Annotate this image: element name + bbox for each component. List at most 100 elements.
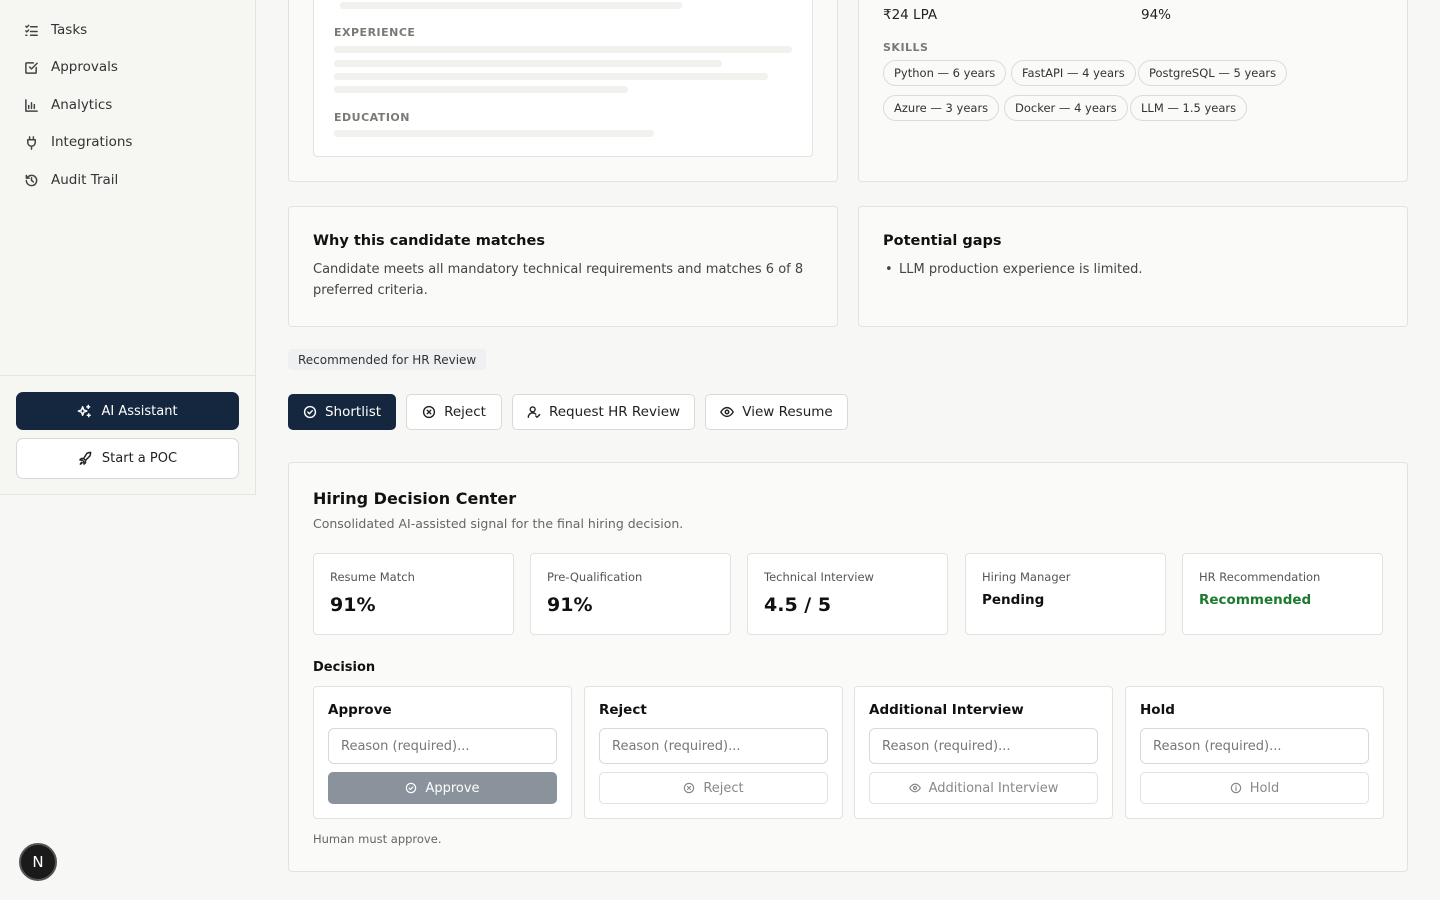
metric-label: Pre-Qualification (547, 570, 643, 584)
x-circle-icon (684, 782, 695, 794)
gap-bullet: • (885, 262, 893, 277)
metric-hiring-manager: Hiring Manager Pending (965, 553, 1166, 635)
additional-interview-reason-input[interactable] (869, 728, 1098, 764)
hold-button[interactable]: Hold (1140, 772, 1369, 804)
check-circle-icon (406, 782, 417, 794)
skill-chip: Python — 6 years (883, 60, 1007, 86)
resume-preview: EXPERIENCE EDUCATION (313, 0, 813, 157)
sidebar: Tasks Approvals Analytics Integrations A… (0, 0, 256, 495)
salary-value: ₹24 LPA (883, 7, 938, 23)
metric-label: HR Recommendation (1199, 570, 1321, 584)
plug-icon (27, 135, 36, 150)
skeleton-line (340, 2, 682, 9)
eye-icon (720, 406, 735, 418)
decision-additional-interview-card: Additional Interview Additional Intervie… (854, 686, 1113, 819)
skill-chip: PostgreSQL — 5 years (1138, 60, 1288, 86)
sidebar-item-integrations[interactable]: Integrations (24, 134, 132, 150)
sidebar-item-label: Integrations (51, 134, 133, 150)
approve-button-label: Approve (425, 780, 480, 796)
metric-pre-qualification: Pre-Qualification 91% (530, 553, 731, 635)
match-reason-text: Candidate meets all mandatory technical … (313, 262, 804, 277)
decision-title: Reject (599, 702, 647, 718)
sparkles-icon (78, 404, 92, 417)
skeleton-line (334, 46, 792, 53)
decision-approve-card: Approve Approve (313, 686, 572, 819)
square-check-icon (25, 61, 38, 74)
info-circle-icon (1230, 782, 1241, 794)
potential-gaps-card: Potential gaps • LLM production experien… (858, 206, 1408, 327)
start-poc-label: Start a POC (101, 451, 178, 466)
metric-value: 91% (547, 594, 593, 616)
decision-title: Additional Interview (869, 702, 1024, 718)
request-hr-review-button[interactable]: Request HR Review (512, 394, 695, 430)
sidebar-item-tasks[interactable]: Tasks (24, 22, 87, 38)
hdc-title: Hiring Decision Center (313, 489, 517, 508)
decision-hold-card: Hold Hold (1125, 686, 1384, 819)
reject-button[interactable]: Reject (406, 394, 502, 430)
additional-interview-button-label: Additional Interview (928, 780, 1059, 796)
potential-gaps-title: Potential gaps (883, 233, 1002, 249)
sidebar-divider (0, 375, 256, 376)
skeleton-line (334, 86, 628, 93)
skeleton-line (334, 130, 654, 137)
rocket-icon (79, 451, 92, 465)
metric-label: Technical Interview (764, 570, 874, 584)
approve-button[interactable]: Approve (328, 772, 557, 804)
reject-label: Reject (444, 404, 486, 420)
x-circle-icon (422, 405, 436, 419)
match-reason-text: preferred criteria. (313, 283, 428, 298)
decision-label: Decision (313, 660, 376, 675)
additional-interview-button[interactable]: Additional Interview (869, 772, 1098, 804)
decision-title: Hold (1140, 702, 1175, 718)
metric-value: 4.5 / 5 (764, 594, 832, 616)
skills-label: SKILLS (883, 41, 929, 54)
decision-title: Approve (328, 702, 392, 718)
view-resume-button[interactable]: View Resume (705, 394, 848, 430)
skeleton-line (334, 73, 768, 80)
score-value: 94% (1141, 7, 1172, 23)
metric-value: Recommended (1199, 592, 1312, 608)
shortlist-label: Shortlist (324, 404, 382, 420)
skill-chip: FastAPI — 4 years (1011, 60, 1136, 86)
decision-reject-card: Reject Reject (584, 686, 843, 819)
match-reason-card: Why this candidate matches Candidate mee… (288, 206, 838, 327)
skeleton-line (334, 60, 722, 67)
metric-hr-recommendation: HR Recommendation Recommended (1182, 553, 1383, 635)
metric-label: Hiring Manager (982, 570, 1071, 584)
shortlist-button[interactable]: Shortlist (288, 394, 396, 430)
hold-reason-input[interactable] (1140, 728, 1369, 764)
human-approval-note: Human must approve. (313, 832, 442, 846)
ai-assistant-label: AI Assistant (101, 403, 178, 419)
experience-label: EXPERIENCE (334, 26, 416, 39)
metric-technical-interview: Technical Interview 4.5 / 5 (747, 553, 948, 635)
avatar-initial: N (32, 853, 44, 871)
sidebar-item-label: Tasks (51, 22, 88, 38)
view-resume-label: View Resume (742, 404, 833, 420)
sidebar-item-approvals[interactable]: Approvals (24, 59, 118, 75)
sidebar-item-audit-trail[interactable]: Audit Trail (24, 172, 118, 188)
list-check-icon (25, 24, 38, 36)
recommendation-badge: Recommended for HR Review (288, 349, 487, 370)
skill-chip: LLM — 1.5 years (1130, 95, 1248, 121)
education-label: EDUCATION (334, 111, 410, 124)
sidebar-item-analytics[interactable]: Analytics (24, 97, 112, 113)
metric-value: 91% (330, 594, 376, 616)
sidebar-item-label: Approvals (51, 59, 118, 75)
decision-reject-button-label: Reject (703, 780, 744, 796)
decision-reject-button[interactable]: Reject (599, 772, 828, 804)
user-check-icon (527, 406, 541, 418)
sidebar-item-label: Analytics (51, 97, 113, 113)
resume-preview-card: EXPERIENCE EDUCATION (288, 0, 838, 182)
candidate-profile-card: ₹24 LPA 94% SKILLS Python — 6 years Fast… (858, 0, 1408, 182)
skill-chip: Azure — 3 years (883, 95, 1000, 121)
metric-resume-match: Resume Match 91% (313, 553, 514, 635)
avatar[interactable]: N (19, 843, 57, 881)
eye-icon (908, 783, 921, 793)
ai-assistant-button[interactable]: AI Assistant (16, 392, 239, 430)
approve-reason-input[interactable] (328, 728, 557, 764)
reject-reason-input[interactable] (599, 728, 828, 764)
skill-chip: Docker — 4 years (1004, 95, 1128, 121)
bar-chart-icon (25, 98, 38, 112)
start-poc-button[interactable]: Start a POC (16, 438, 239, 479)
history-icon (25, 174, 38, 186)
